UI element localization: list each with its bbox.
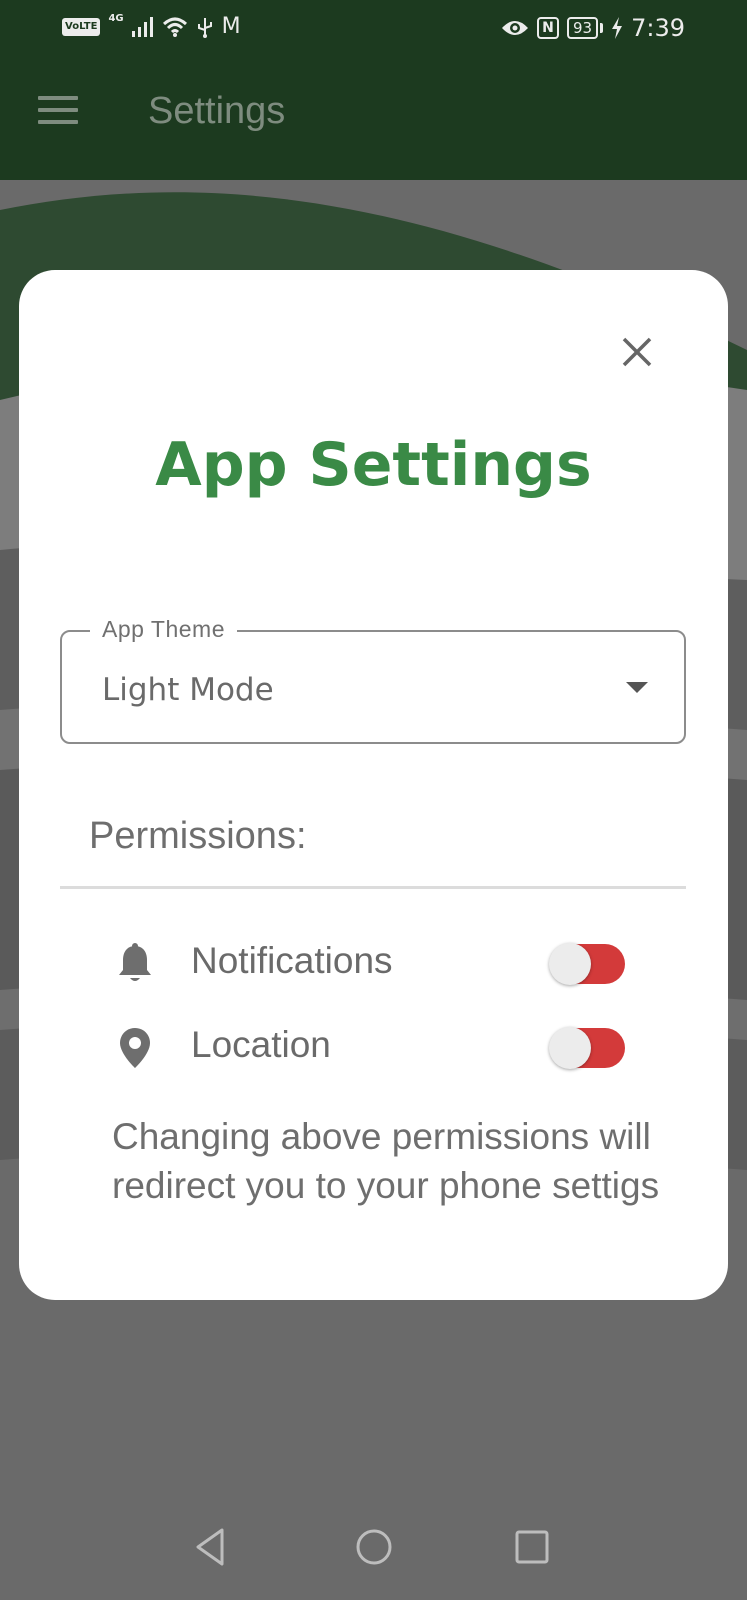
- close-icon: [622, 337, 652, 367]
- status-bar: VoLTE 4G M N 93 7:39: [0, 0, 747, 56]
- dialog-title: App Settings: [155, 430, 592, 500]
- app-settings-dialog: App Settings App Theme Light Mode Permis…: [19, 270, 728, 1300]
- volte-icon: VoLTE: [62, 17, 101, 36]
- app-bar: Settings: [0, 60, 747, 170]
- recents-square-icon[interactable]: [507, 1522, 557, 1572]
- notifications-toggle-thumb: [549, 943, 591, 985]
- close-button[interactable]: [615, 330, 659, 374]
- app-theme-label: App Theme: [90, 616, 237, 643]
- wifi-icon: [162, 17, 187, 37]
- mail-icon: M: [221, 14, 241, 39]
- notifications-toggle[interactable]: [549, 943, 625, 985]
- battery-nub: [600, 23, 604, 33]
- app-theme-select[interactable]: App Theme Light Mode: [60, 616, 686, 744]
- eye-icon: [502, 21, 528, 35]
- signal-icon: [131, 16, 153, 37]
- network-type: 4G: [108, 13, 124, 24]
- bell-icon: [119, 943, 151, 981]
- location-pin-icon: [120, 1028, 150, 1068]
- status-clock: 7:39: [631, 14, 685, 42]
- battery-icon: 93: [567, 17, 599, 39]
- app-theme-value: Light Mode: [102, 672, 274, 708]
- home-circle-icon[interactable]: [349, 1522, 399, 1572]
- permissions-note: Changing above permissions will redirect…: [112, 1116, 660, 1206]
- location-toggle-thumb: [549, 1027, 591, 1069]
- dropdown-arrow-icon: [626, 682, 648, 693]
- notifications-label: Notifications: [191, 940, 393, 981]
- nfc-icon: N: [537, 17, 559, 39]
- system-nav-bar: [0, 1500, 747, 1600]
- charging-icon: [612, 17, 623, 39]
- usb-icon: [197, 17, 212, 38]
- permissions-divider: [60, 886, 686, 889]
- back-triangle-icon[interactable]: [186, 1522, 236, 1572]
- permission-row-location: Location: [19, 1016, 728, 1076]
- permissions-heading: Permissions:: [89, 815, 307, 857]
- location-toggle[interactable]: [549, 1027, 625, 1069]
- location-label: Location: [191, 1024, 331, 1065]
- app-bar-title: Settings: [148, 90, 286, 132]
- permission-row-notifications: Notifications: [19, 932, 728, 992]
- hamburger-menu-icon[interactable]: [38, 96, 78, 126]
